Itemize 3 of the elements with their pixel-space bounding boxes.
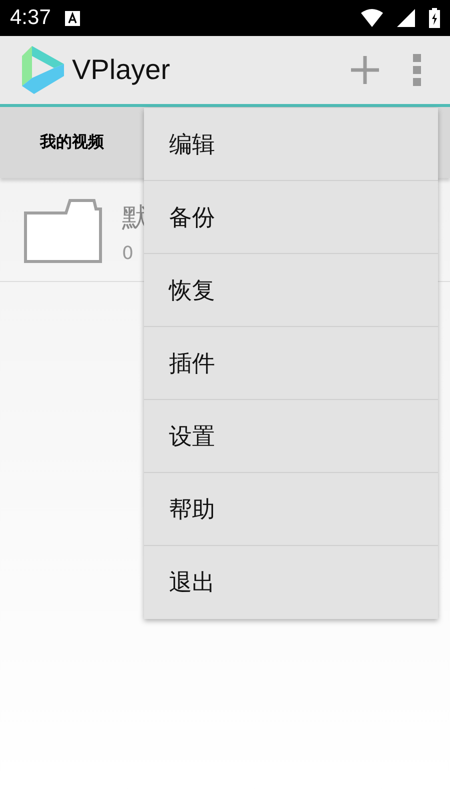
- clock: 4:37: [10, 6, 51, 30]
- app-title: VPlayer: [72, 54, 170, 86]
- item-subtitle: 0: [122, 242, 134, 264]
